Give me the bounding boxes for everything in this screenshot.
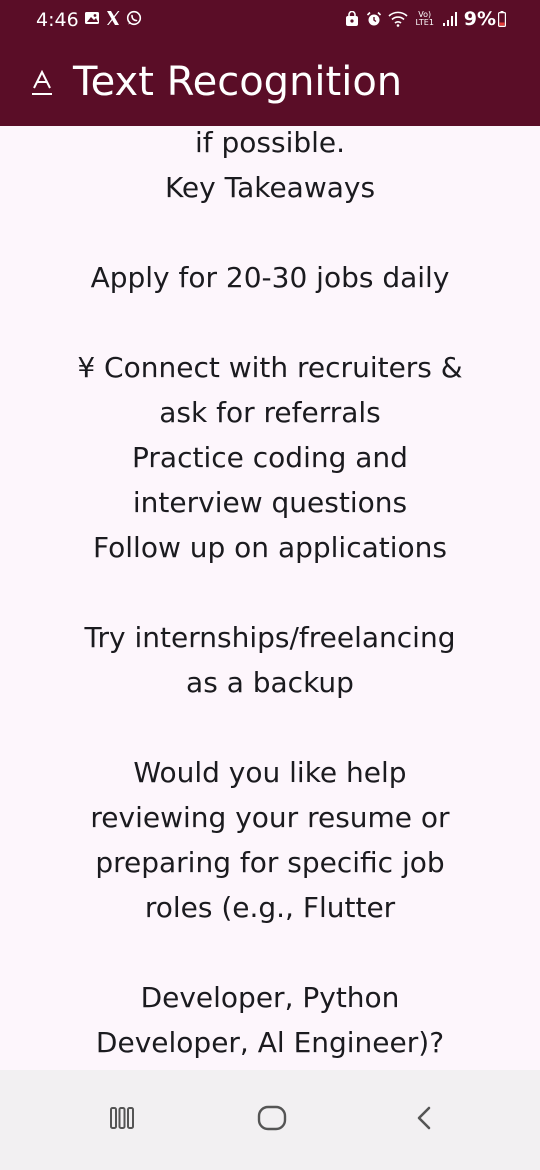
page-title: Text Recognition <box>73 59 403 105</box>
text-recognition-icon <box>30 69 54 96</box>
status-bar: 4:46 Vo) LTE1 9% <box>0 0 540 40</box>
status-icons-right: Vo) LTE1 9% <box>344 8 507 30</box>
text-line: ¥ Connect with recruiters & <box>77 351 463 384</box>
wifi-icon <box>388 11 408 27</box>
text-line: Practice coding and <box>132 441 408 474</box>
alarm-icon <box>366 11 382 27</box>
recognized-text: if possible. Key Takeaways Apply for 20-… <box>0 126 540 1065</box>
whatsapp-icon <box>126 10 142 26</box>
signal-icon <box>442 11 458 27</box>
battery-percentage: 9% <box>463 8 496 30</box>
text-line <box>0 570 540 615</box>
status-icons-left <box>84 10 142 26</box>
text-line: interview questions <box>132 486 408 519</box>
volte-icon: Vo) LTE1 <box>415 10 434 27</box>
text-line: Developer, Python <box>140 981 400 1014</box>
text-line: Try internships/freelancing <box>84 621 456 654</box>
text-line: ask for referrals <box>159 396 381 429</box>
text-line: preparing for specific job <box>95 846 445 879</box>
text-line <box>0 705 540 750</box>
home-button[interactable] <box>212 1070 332 1170</box>
gallery-icon <box>84 10 100 26</box>
recents-icon <box>109 1105 135 1136</box>
text-line: Developer, Al Engineer)? <box>95 1026 445 1059</box>
text-line: reviewing your resume or <box>90 801 450 834</box>
text-line <box>0 930 540 975</box>
recents-button[interactable] <box>62 1070 182 1170</box>
text-line: roles (e.g., Flutter <box>144 891 396 924</box>
text-line <box>0 300 540 345</box>
text-line <box>0 210 540 255</box>
navigation-bar <box>0 1070 540 1170</box>
back-button[interactable] <box>364 1070 484 1170</box>
text-line: Follow up on applications <box>93 531 447 564</box>
status-time: 4:46 <box>36 9 79 31</box>
back-icon <box>414 1105 434 1136</box>
text-line: Apply for 20-30 jobs daily <box>90 261 450 294</box>
battery-icon <box>498 11 507 28</box>
text-line: Key Takeaways <box>164 171 376 204</box>
lock-icon <box>344 10 360 27</box>
app-bar: Text Recognition <box>0 40 540 126</box>
x-app-icon <box>105 10 121 26</box>
recognized-text-area[interactable]: if possible. Key Takeaways Apply for 20-… <box>0 126 540 1070</box>
text-line: Would you like help <box>133 756 407 789</box>
text-line: if possible. <box>194 126 346 159</box>
text-line: as a backup <box>186 666 354 699</box>
home-icon <box>257 1105 287 1136</box>
